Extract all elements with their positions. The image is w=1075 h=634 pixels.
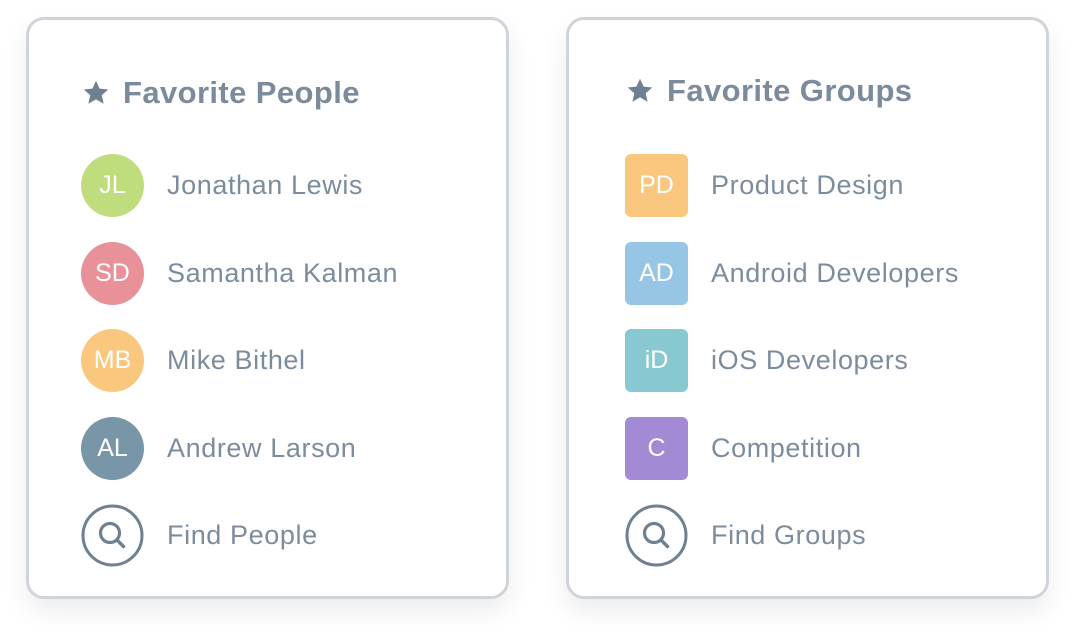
search-icon <box>625 504 688 567</box>
favorite-people-title: Favorite People <box>123 75 360 110</box>
avatar-initials: AL <box>97 433 128 462</box>
group-avatar: PD <box>625 154 688 218</box>
favorite-people-list: JL Jonathan Lewis SD Samantha Kalman MB … <box>81 142 398 580</box>
favorite-groups-title: Favorite Groups <box>667 73 913 108</box>
group-item[interactable]: C Competition <box>625 405 959 493</box>
group-item[interactable]: iD iOS Developers <box>625 317 959 405</box>
group-initials: PD <box>639 171 674 200</box>
favorite-groups-list: PD Product Design AD Android Developers … <box>625 142 959 580</box>
person-item[interactable]: SD Samantha Kalman <box>81 230 398 318</box>
group-initials: C <box>647 433 666 462</box>
group-initials: AD <box>639 258 674 287</box>
group-name: iOS Developers <box>711 345 909 376</box>
person-item[interactable]: MB Mike Bithel <box>81 317 398 405</box>
avatar-initials: MB <box>93 346 132 375</box>
group-name: Product Design <box>711 170 904 201</box>
find-people-label: Find People <box>167 520 318 551</box>
person-name: Jonathan Lewis <box>167 170 364 201</box>
avatar: MB <box>81 329 144 393</box>
avatar: AL <box>81 416 144 480</box>
favorite-people-header: Favorite People <box>81 73 360 113</box>
search-icon <box>81 504 144 567</box>
favorite-groups-header: Favorite Groups <box>625 71 912 111</box>
favorite-groups-card: Favorite Groups PD Product Design AD And… <box>566 17 1049 599</box>
person-item[interactable]: AL Andrew Larson <box>81 405 398 493</box>
group-avatar: iD <box>625 329 688 393</box>
star-icon <box>83 80 109 104</box>
find-groups-label: Find Groups <box>711 520 867 551</box>
person-name: Samantha Kalman <box>167 257 399 288</box>
find-people-button[interactable]: Find People <box>81 492 398 580</box>
group-avatar: C <box>625 416 688 480</box>
person-name: Mike Bithel <box>167 345 306 376</box>
group-item[interactable]: AD Android Developers <box>625 230 959 318</box>
person-item[interactable]: JL Jonathan Lewis <box>81 142 398 230</box>
find-groups-button[interactable]: Find Groups <box>625 492 959 580</box>
favorite-people-card: Favorite People JL Jonathan Lewis SD Sam… <box>26 17 509 599</box>
avatar-initials: JL <box>99 171 126 200</box>
avatar: SD <box>81 241 144 305</box>
group-name: Competition <box>711 432 862 463</box>
group-item[interactable]: PD Product Design <box>625 142 959 230</box>
person-name: Andrew Larson <box>167 432 357 463</box>
star-icon <box>627 78 653 102</box>
group-initials: iD <box>644 346 669 375</box>
avatar-initials: SD <box>95 258 130 287</box>
avatar: JL <box>81 154 144 218</box>
group-name: Android Developers <box>711 257 959 288</box>
group-avatar: AD <box>625 241 688 305</box>
